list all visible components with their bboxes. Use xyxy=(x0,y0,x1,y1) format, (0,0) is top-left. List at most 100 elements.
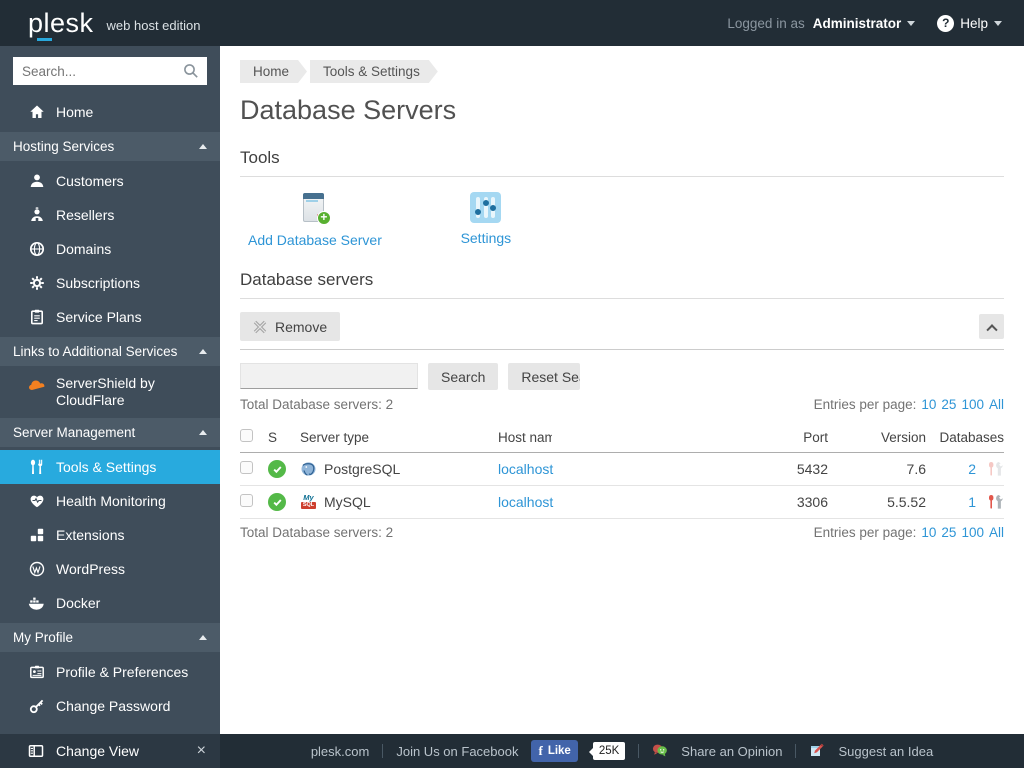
suggest-idea-icon xyxy=(809,743,825,759)
sidebar-section-hosting-services[interactable]: Hosting Services xyxy=(0,132,220,161)
status-ok-icon xyxy=(268,493,286,511)
tools-heading: Tools xyxy=(240,148,1004,177)
host-link[interactable]: localhost xyxy=(498,461,553,477)
port-value: 5432 xyxy=(748,453,828,486)
sidebar-item-resellers[interactable]: Resellers xyxy=(0,198,220,232)
page-size-100[interactable]: 100 xyxy=(961,525,984,540)
mysql-icon: My SQL xyxy=(300,494,317,510)
page-size-all[interactable]: All xyxy=(989,397,1004,412)
sidebar-item-home[interactable]: Home xyxy=(0,95,220,129)
chevron-down-icon xyxy=(994,21,1002,26)
database-servers-table: S Server type Host name Port Version Dat… xyxy=(240,424,1004,519)
filter-input[interactable] xyxy=(240,363,418,389)
add-database-server-button[interactable]: + Add Database Server xyxy=(248,192,382,248)
sidebar-item-extensions[interactable]: Extensions xyxy=(0,518,220,552)
databases-count-link[interactable]: 2 xyxy=(968,461,976,477)
version-value: 5.5.52 xyxy=(828,486,926,519)
sidebar-item-profile-preferences[interactable]: Profile & Preferences xyxy=(0,655,220,689)
sidebar-item-wordpress[interactable]: WordPress xyxy=(0,552,220,586)
col-version[interactable]: Version xyxy=(828,424,926,453)
page-size-25[interactable]: 25 xyxy=(941,397,956,412)
webadmin-icon[interactable] xyxy=(987,461,1004,477)
sidebar-item-health-monitoring[interactable]: Health Monitoring xyxy=(0,484,220,518)
sidebar-item-domains[interactable]: Domains xyxy=(0,232,220,266)
sidebar-item-service-plans[interactable]: Service Plans xyxy=(0,300,220,334)
select-all-checkbox[interactable] xyxy=(240,429,253,442)
sidebar-item-label: Change View xyxy=(56,743,139,759)
host-link[interactable]: localhost xyxy=(498,494,553,510)
chevron-up-icon xyxy=(986,324,997,335)
plesk-com-link[interactable]: plesk.com xyxy=(311,744,370,759)
sidebar-item-docker[interactable]: Docker xyxy=(0,586,220,620)
server-type: MySQL xyxy=(324,494,371,510)
close-icon[interactable]: × xyxy=(197,742,206,760)
list-search-row: Search Reset Search xyxy=(240,363,1004,390)
user-menu[interactable]: Administrator xyxy=(813,16,916,31)
col-server-type[interactable]: Server type xyxy=(300,424,498,453)
plesk-app: plesk web host edition Logged in as Admi… xyxy=(0,0,1024,768)
webadmin-icon[interactable] xyxy=(987,494,1004,510)
sidebar-section-server-management[interactable]: Server Management xyxy=(0,418,220,447)
sidebar: Home Hosting Services Customers Reseller… xyxy=(0,46,220,768)
facebook-link[interactable]: Join Us on Facebook xyxy=(396,744,518,759)
like-count-badge: 25K xyxy=(593,742,625,760)
sidebar-item-customers[interactable]: Customers xyxy=(0,164,220,198)
page-size-all[interactable]: All xyxy=(989,525,1004,540)
sidebar-item-label: Home xyxy=(56,104,93,120)
reset-search-button[interactable]: Reset Search xyxy=(508,363,580,390)
col-databases[interactable]: Databases xyxy=(926,424,1004,453)
remove-button[interactable]: Remove xyxy=(240,312,340,341)
search-input[interactable] xyxy=(13,57,207,85)
logged-in-as-label: Logged in as xyxy=(727,16,804,31)
totals-bottom-row: Total Database servers: 2 Entries per pa… xyxy=(240,525,1004,540)
sidebar-item-tools-settings[interactable]: Tools & Settings xyxy=(0,450,220,484)
sidebar-item-servershield[interactable]: ServerShield by CloudFlare xyxy=(0,369,210,415)
topbar-right: Logged in as Administrator ? Help xyxy=(727,15,1002,32)
sidebar-item-label: Extensions xyxy=(56,527,124,543)
sidebar-item-label: Change Password xyxy=(56,698,170,714)
breadcrumb-tools-settings[interactable]: Tools & Settings xyxy=(310,60,438,83)
col-port[interactable]: Port xyxy=(748,424,828,453)
page-size-100[interactable]: 100 xyxy=(961,397,984,412)
sidebar-section-my-profile[interactable]: My Profile xyxy=(0,623,220,652)
tools-icon xyxy=(28,459,45,476)
page-size-10[interactable]: 10 xyxy=(921,397,936,412)
search-button[interactable]: Search xyxy=(428,363,498,390)
remove-x-icon xyxy=(253,320,267,334)
page-size-25[interactable]: 25 xyxy=(941,525,956,540)
page-size-10[interactable]: 10 xyxy=(921,525,936,540)
sidebar-item-label: WordPress xyxy=(56,561,125,577)
sidebar-item-label: Docker xyxy=(56,595,100,611)
databases-count-link[interactable]: 1 xyxy=(968,494,976,510)
row-checkbox[interactable] xyxy=(240,494,253,507)
col-host-name[interactable]: Host name xyxy=(498,424,748,453)
sidebar-item-change-view[interactable]: Change View × xyxy=(0,734,220,768)
separator xyxy=(795,744,796,758)
sidebar-section-additional-services[interactable]: Links to Additional Services xyxy=(0,337,220,366)
help-menu[interactable]: ? Help xyxy=(937,15,1002,32)
chevron-down-icon xyxy=(907,21,915,26)
col-status[interactable]: S xyxy=(268,424,300,453)
tools-row: + Add Database Server Settings xyxy=(240,177,1004,258)
postgresql-icon xyxy=(300,461,317,477)
row-checkbox[interactable] xyxy=(240,461,253,474)
docker-icon xyxy=(28,595,45,612)
plesk-logo: plesk xyxy=(28,10,94,37)
help-label: Help xyxy=(960,16,988,31)
sidebar-item-label: ServerShield by CloudFlare xyxy=(56,375,186,410)
facebook-like-button[interactable]: f Like xyxy=(531,740,577,762)
breadcrumb-home[interactable]: Home xyxy=(240,60,307,83)
table-row-mysql: My SQL MySQL localhost 3306 5.5.52 1 xyxy=(240,486,1004,519)
settings-button[interactable]: Settings xyxy=(440,192,532,248)
sidebar-item-change-password[interactable]: Change Password xyxy=(0,689,220,723)
version-value: 7.6 xyxy=(828,453,926,486)
suggest-idea-link[interactable]: Suggest an Idea xyxy=(838,744,933,759)
footer: plesk.com Join Us on Facebook f Like 25K… xyxy=(220,734,1024,768)
sidebar-item-label: Resellers xyxy=(56,207,114,223)
plesk-logo-accent xyxy=(37,38,52,41)
collapse-search-button[interactable] xyxy=(979,314,1004,339)
main-content: Home Tools & Settings Database Servers T… xyxy=(220,46,1024,734)
sidebar-item-subscriptions[interactable]: Subscriptions xyxy=(0,266,220,300)
share-opinion-link[interactable]: Share an Opinion xyxy=(681,744,782,759)
entries-per-page-label: Entries per page: xyxy=(814,525,917,540)
